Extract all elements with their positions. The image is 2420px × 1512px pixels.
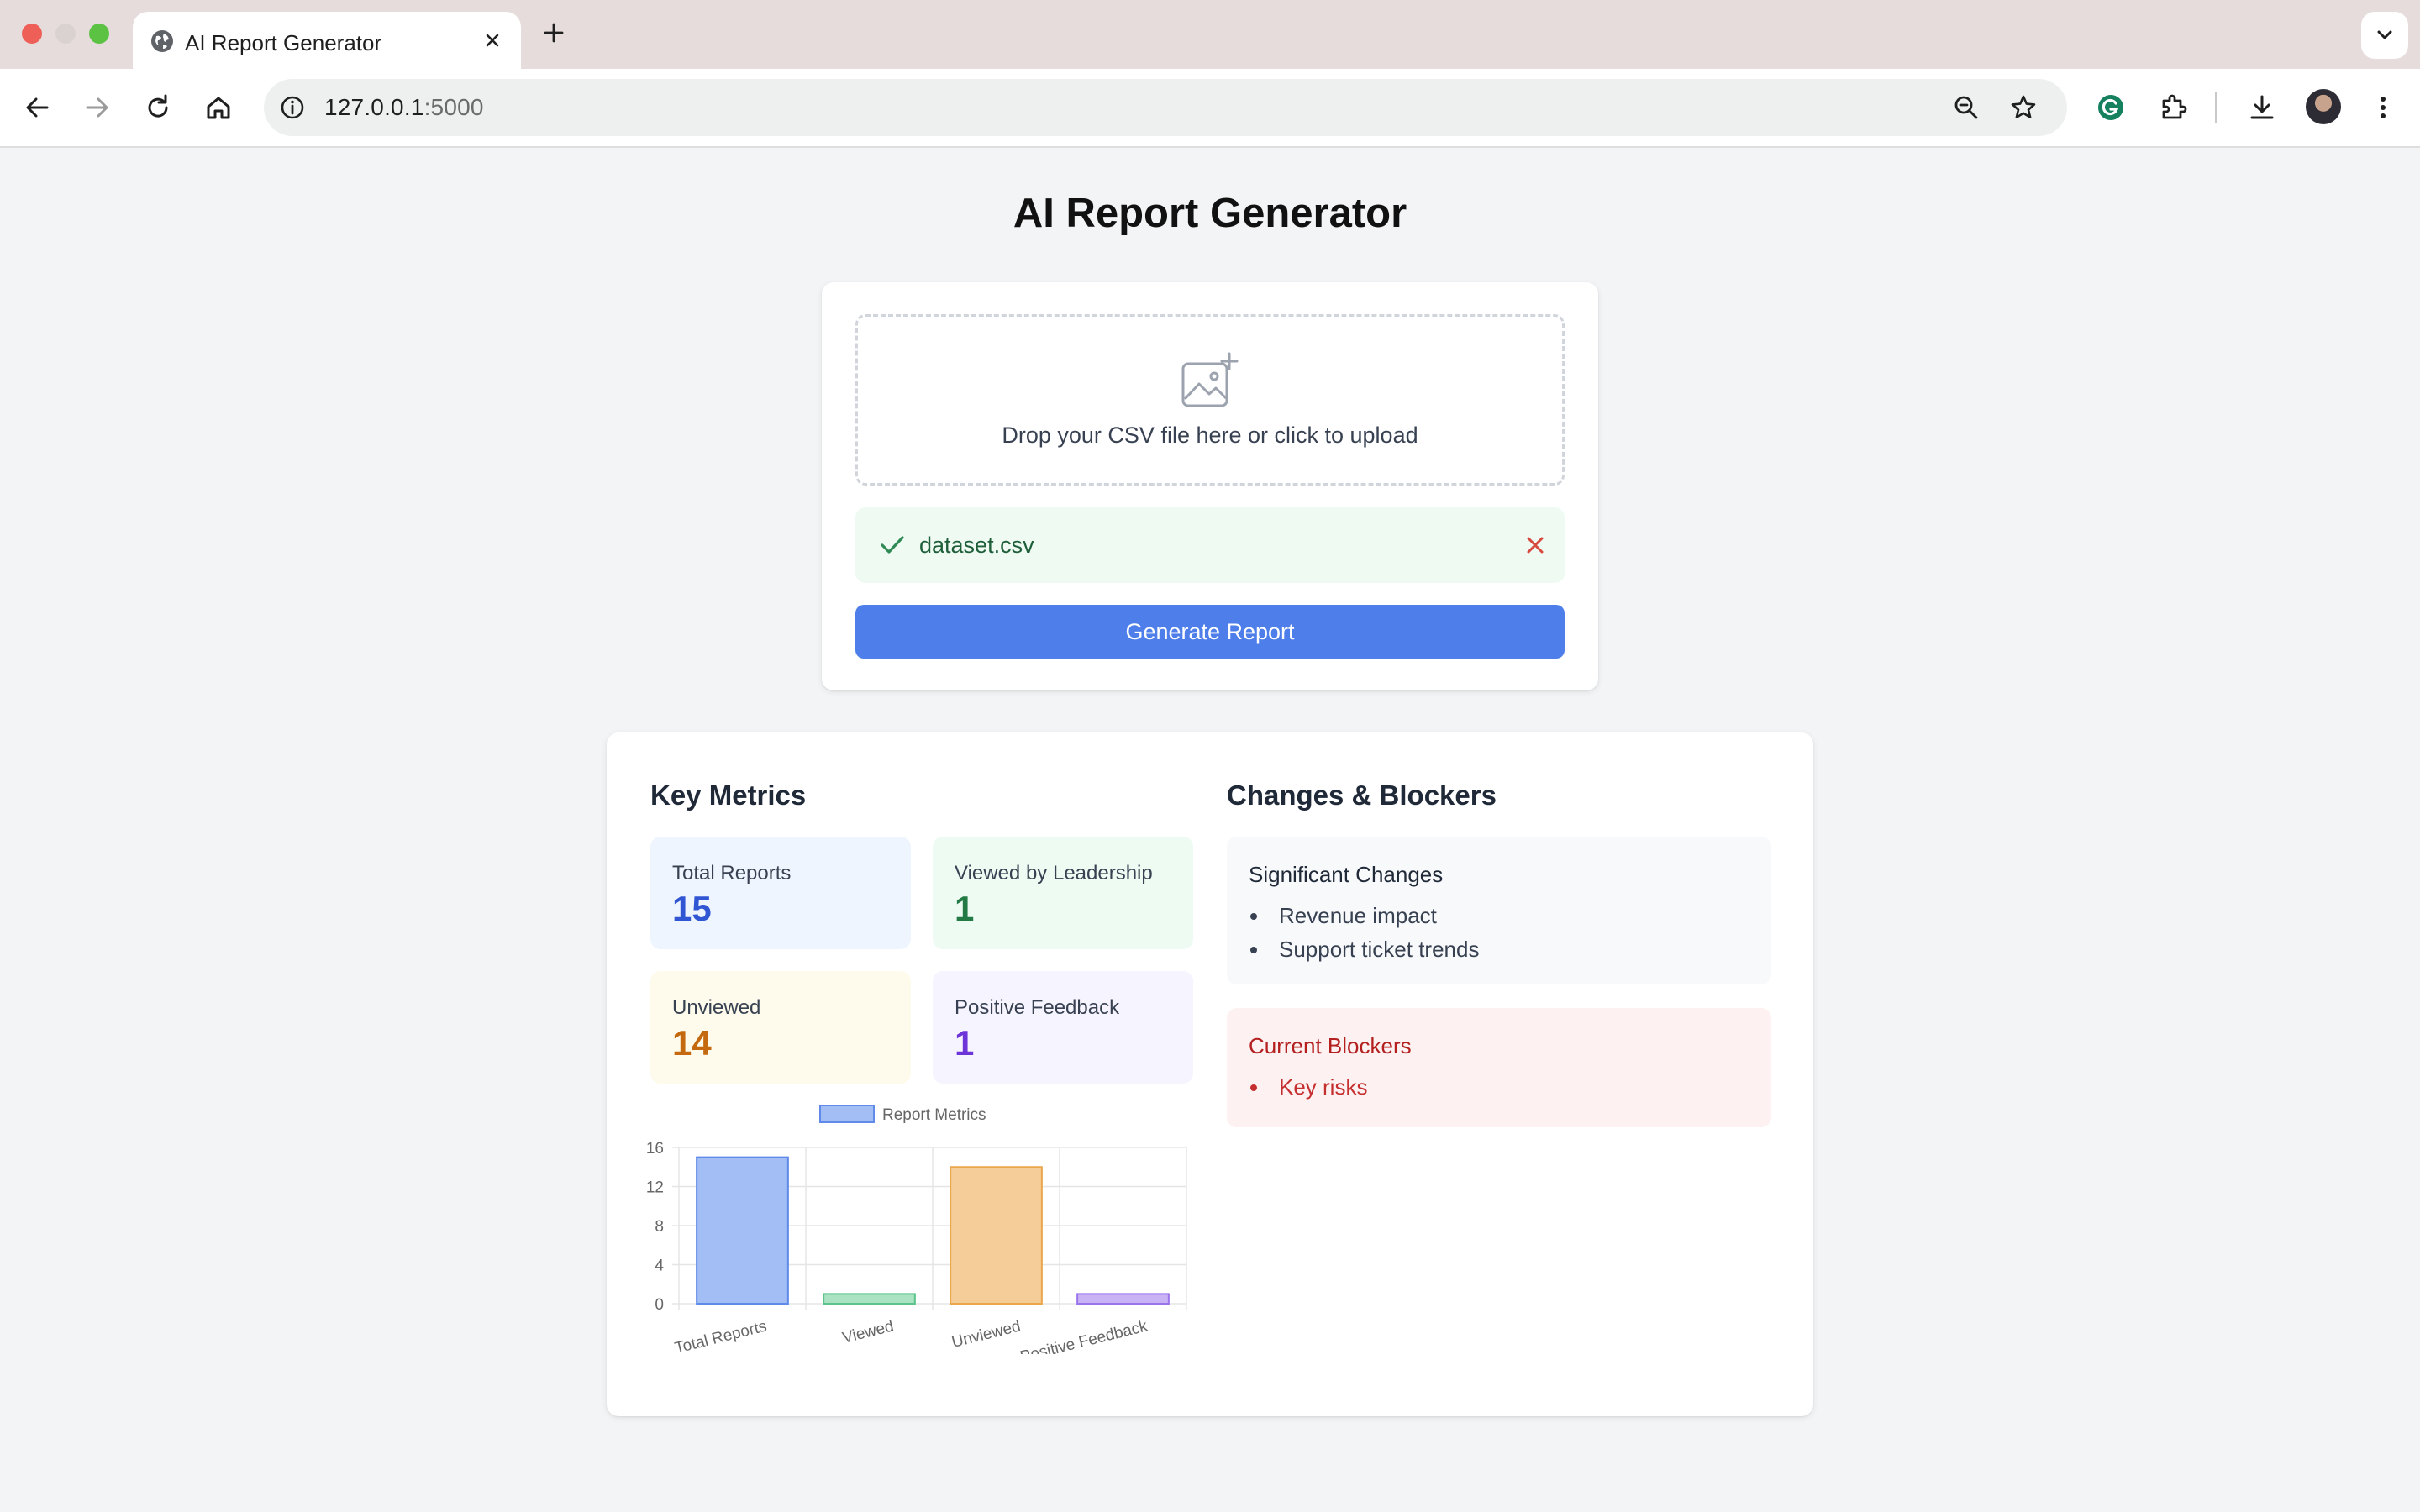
metric-label: Positive Feedback bbox=[955, 996, 1120, 1019]
x-tick-label: Total Reports bbox=[673, 1317, 769, 1354]
url-host: 127.0.0.1 bbox=[324, 94, 424, 120]
selected-file-row: dataset.csv bbox=[855, 507, 1565, 583]
x-tick-label: Positive Feedback bbox=[1018, 1317, 1150, 1354]
browser-tab-strip: AI Report Generator bbox=[0, 0, 2420, 69]
significant-changes-list: Revenue impact Support ticket trends bbox=[1249, 899, 1479, 966]
minimize-window-button[interactable] bbox=[55, 24, 76, 44]
bar bbox=[823, 1293, 916, 1305]
bar bbox=[950, 1166, 1043, 1305]
list-item: Key risks bbox=[1249, 1070, 1367, 1104]
remove-file-icon[interactable] bbox=[1523, 533, 1548, 558]
chevron-down-icon bbox=[2377, 30, 2392, 39]
current-blockers-title: Current Blockers bbox=[1249, 1033, 1412, 1058]
x-tick-label: Unviewed bbox=[950, 1317, 1023, 1352]
key-metrics-heading: Key Metrics bbox=[650, 780, 807, 811]
metric-value: 1 bbox=[955, 1023, 975, 1063]
file-name: dataset.csv bbox=[919, 533, 1034, 558]
generate-report-button[interactable]: Generate Report bbox=[855, 605, 1565, 659]
globe-icon bbox=[151, 30, 173, 52]
home-icon[interactable] bbox=[202, 91, 235, 124]
csv-dropzone[interactable]: Drop your CSV file here or click to uplo… bbox=[855, 314, 1565, 486]
check-icon bbox=[881, 536, 904, 554]
extensions-puzzle-icon[interactable] bbox=[2156, 91, 2190, 124]
grammarly-extension-icon[interactable] bbox=[2094, 91, 2128, 124]
site-info-icon[interactable] bbox=[277, 92, 308, 123]
dropzone-text: Drop your CSV file here or click to uplo… bbox=[1002, 423, 1418, 448]
y-tick-label: 8 bbox=[655, 1218, 664, 1236]
toolbar-divider bbox=[2215, 92, 2217, 123]
y-tick-label: 16 bbox=[646, 1140, 664, 1158]
reload-icon[interactable] bbox=[141, 91, 175, 124]
profile-avatar[interactable] bbox=[2306, 89, 2341, 124]
url-text[interactable]: 127.0.0.1:5000 bbox=[324, 94, 484, 121]
tab-title: AI Report Generator bbox=[185, 30, 382, 55]
y-tick-label: 12 bbox=[646, 1179, 664, 1197]
metric-label: Unviewed bbox=[672, 996, 761, 1019]
bar bbox=[1076, 1293, 1170, 1305]
bar bbox=[696, 1156, 789, 1305]
metric-label: Total Reports bbox=[672, 862, 792, 885]
significant-changes-title: Significant Changes bbox=[1249, 862, 1444, 887]
back-icon[interactable] bbox=[20, 91, 54, 124]
close-window-button[interactable] bbox=[22, 24, 42, 44]
image-upload-icon bbox=[1181, 352, 1239, 407]
changes-blockers-heading: Changes & Blockers bbox=[1227, 780, 1497, 811]
y-tick-label: 4 bbox=[655, 1257, 664, 1275]
metric-card-unviewed: Unviewed 14 bbox=[650, 971, 911, 1084]
x-tick-label: Viewed bbox=[840, 1317, 895, 1347]
current-blockers-panel: Current Blockers Key risks bbox=[1227, 1008, 1771, 1127]
more-menu-icon[interactable] bbox=[2366, 91, 2400, 124]
maximize-window-button[interactable] bbox=[89, 24, 109, 44]
zoom-icon[interactable] bbox=[1949, 91, 1983, 124]
metric-card-viewed-by-leadership: Viewed by Leadership 1 bbox=[933, 837, 1193, 949]
close-tab-icon[interactable] bbox=[481, 29, 504, 52]
tab-search-button[interactable] bbox=[2361, 12, 2408, 59]
significant-changes-panel: Significant Changes Revenue impact Suppo… bbox=[1227, 837, 1771, 984]
address-bar[interactable]: 127.0.0.1:5000 bbox=[264, 79, 2067, 136]
list-item: Support ticket trends bbox=[1249, 932, 1479, 966]
metric-value: 1 bbox=[955, 889, 975, 928]
legend-swatch bbox=[819, 1105, 875, 1123]
list-item: Revenue impact bbox=[1249, 899, 1479, 932]
bookmark-star-icon[interactable] bbox=[2007, 91, 2040, 124]
forward-icon[interactable] bbox=[81, 91, 114, 124]
metric-card-positive-feedback: Positive Feedback 1 bbox=[933, 971, 1193, 1084]
y-tick-label: 0 bbox=[655, 1296, 664, 1314]
page-title: AI Report Generator bbox=[1013, 191, 1407, 236]
metric-label: Viewed by Leadership bbox=[955, 862, 1153, 885]
metric-value: 14 bbox=[672, 1023, 712, 1063]
metric-value: 15 bbox=[672, 889, 712, 928]
report-card: Key Metrics Total Reports 15 Viewed by L… bbox=[607, 732, 1813, 1416]
new-tab-icon[interactable] bbox=[541, 20, 566, 45]
report-metrics-chart: 0 4 8 12 16 Total Reports Viewed UnviewedPositi… bbox=[646, 1105, 1187, 1354]
upload-card: Drop your CSV file here or click to uplo… bbox=[822, 282, 1598, 690]
url-port: :5000 bbox=[424, 94, 484, 120]
browser-tab-active[interactable]: AI Report Generator bbox=[133, 12, 521, 69]
browser-toolbar: 127.0.0.1:5000 bbox=[0, 69, 2420, 148]
current-blockers-list: Key risks bbox=[1249, 1070, 1367, 1104]
metric-card-total-reports: Total Reports 15 bbox=[650, 837, 911, 949]
legend-label: Report Metrics bbox=[882, 1106, 986, 1124]
download-icon[interactable] bbox=[2245, 91, 2279, 124]
